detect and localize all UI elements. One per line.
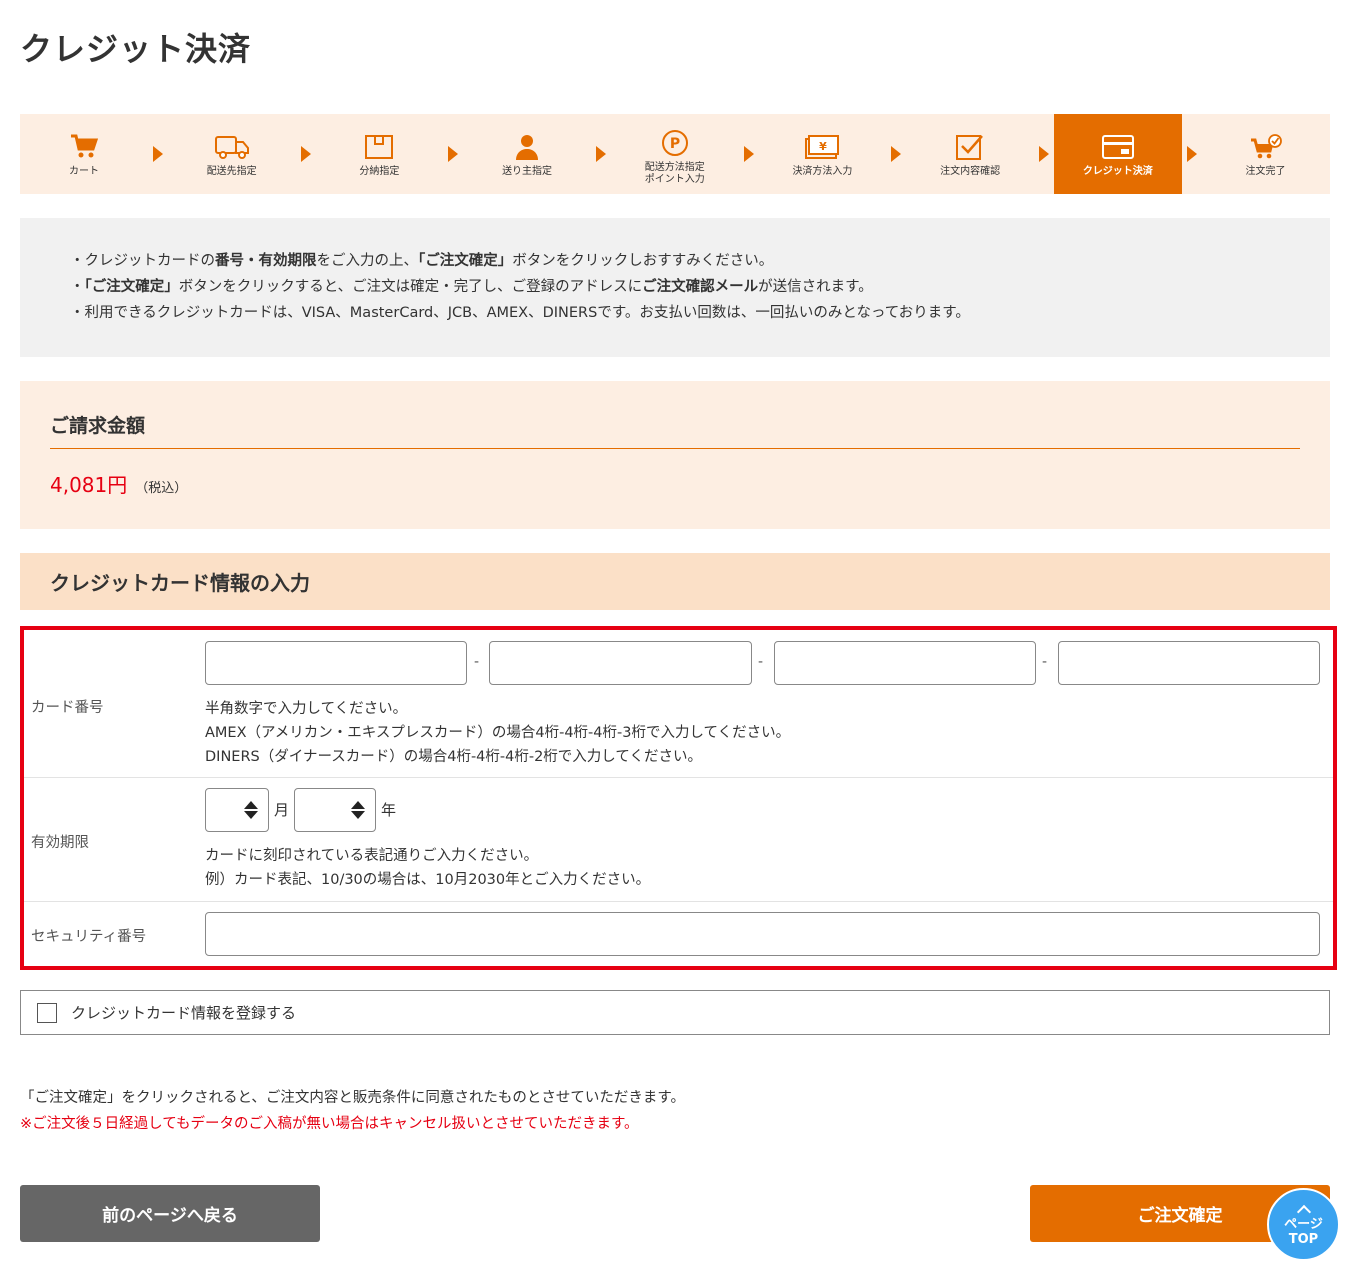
step-arrow-icon	[591, 114, 611, 194]
step-sender: 送り主指定	[463, 114, 591, 194]
separator: -	[758, 654, 764, 670]
notice-line-1: ・クレジットカードの番号・有効期限をご入力の上、「ご注文確定」ボタンをクリックし…	[70, 253, 774, 269]
expiry-row: 有効期限 月 年 カードに刻印されている表記通りご入力ください。 例）カード表記…	[24, 778, 1333, 902]
checkout-stepper: カート 配送先指定 分納指定 送り主指定 P 配送方法指定 ポイント入力 ¥ 決…	[20, 114, 1330, 194]
step-label: 配送先指定	[206, 166, 257, 177]
step-arrow-icon	[1034, 114, 1054, 194]
step-label: 送り主指定	[502, 166, 553, 177]
step-credit-payment: クレジット決済	[1053, 114, 1182, 194]
billing-amount: 4,081円	[50, 473, 128, 497]
step-arrow-icon	[296, 114, 316, 194]
step-shipping-method: P 配送方法指定 ポイント入力	[611, 114, 739, 194]
step-split-delivery: 分納指定	[315, 114, 443, 194]
step-order-complete: 注文完了	[1202, 114, 1330, 194]
select-arrows-icon	[244, 801, 258, 819]
step-label: クレジット決済	[1082, 166, 1153, 177]
step-label: 分納指定	[359, 166, 400, 177]
notice-line-2: ・「ご注文確定」ボタンをクリックすると、ご注文は確定・完了し、ご登録のアドレスに…	[70, 279, 873, 295]
card-number-input-3[interactable]	[774, 641, 1036, 685]
register-card-checkbox[interactable]	[37, 1002, 57, 1023]
cart-icon	[70, 132, 98, 162]
billing-heading: ご請求金額	[50, 411, 1300, 449]
step-arrow-icon	[148, 114, 168, 194]
card-number-input-2[interactable]	[489, 641, 752, 685]
step-arrow-icon	[443, 114, 463, 194]
svg-text:¥: ¥	[820, 140, 828, 153]
help-line: カードに刻印されている表記通りご入力ください。	[205, 848, 539, 864]
yen-bill-icon: ¥	[804, 132, 840, 162]
separator: -	[474, 654, 480, 670]
help-line: AMEX（アメリカン・エキスプレスカード）の場合4桁-4桁-4桁-3桁で入力して…	[205, 725, 791, 741]
page-top-label: TOP	[1288, 1231, 1319, 1247]
back-button[interactable]: 前のページへ戻る	[20, 1185, 320, 1242]
page-title: クレジット決済	[20, 30, 252, 68]
year-unit: 年	[381, 801, 397, 819]
expiry-label: 有効期限	[31, 835, 89, 851]
security-row: セキュリティ番号	[24, 902, 1333, 966]
tax-note: （税込）	[135, 481, 188, 496]
help-line: 例）カード表記、10/30の場合は、10月2030年とご入力ください。	[205, 872, 651, 888]
card-number-row: カード番号 - - - 半角数字で入力してください。 AMEX（アメリカン・エキ…	[24, 630, 1333, 778]
security-code-input[interactable]	[205, 912, 1320, 956]
step-cart: カート	[20, 114, 148, 194]
step-payment-method: ¥ 決済方法入力	[758, 114, 886, 194]
card-section-heading: クレジットカード情報の入力	[20, 553, 1330, 610]
step-delivery-address: 配送先指定	[168, 114, 296, 194]
cart-check-icon	[1250, 132, 1282, 162]
register-card-option[interactable]: クレジットカード情報を登録する	[20, 990, 1330, 1035]
payment-notice: ・クレジットカードの番号・有効期限をご入力の上、「ご注文確定」ボタンをクリックし…	[20, 218, 1330, 357]
box-icon	[364, 132, 394, 162]
agreement-text: 「ご注文確定」をクリックされると、ご注文内容と販売条件に同意されたものとさせてい…	[20, 1090, 685, 1106]
separator: -	[1042, 654, 1048, 670]
security-label: セキュリティ番号	[31, 929, 147, 945]
notice-line-3: ・利用できるクレジットカードは、VISA、MasterCard、JCB、AMEX…	[70, 305, 970, 321]
card-form: カード番号 - - - 半角数字で入力してください。 AMEX（アメリカン・エキ…	[20, 626, 1337, 970]
step-label: 決済方法入力	[792, 166, 853, 177]
cancel-warning: ※ご注文後５日経過してもデータのご入稿が無い場合はキャンセル扱いとさせていただき…	[20, 1116, 639, 1132]
card-number-label: カード番号	[31, 700, 104, 716]
step-arrow-icon	[739, 114, 759, 194]
expiry-year-select[interactable]	[294, 788, 376, 832]
check-document-icon	[955, 132, 985, 162]
step-label: 配送方法指定 ポイント入力	[644, 162, 705, 185]
select-arrows-icon	[351, 801, 365, 819]
page-top-button[interactable]: ページ TOP	[1267, 1188, 1340, 1261]
register-card-label: クレジットカード情報を登録する	[71, 1004, 297, 1022]
month-unit: 月	[274, 801, 290, 819]
step-arrow-icon	[886, 114, 906, 194]
point-icon: P	[661, 128, 689, 158]
truck-icon	[214, 132, 250, 162]
step-label: 注文完了	[1245, 166, 1286, 177]
svg-text:P: P	[670, 136, 680, 152]
step-label: 注文内容確認	[940, 166, 1001, 177]
step-order-review: 注文内容確認	[906, 114, 1034, 194]
expiry-help: カードに刻印されている表記通りご入力ください。 例）カード表記、10/30の場合…	[205, 844, 650, 892]
step-label: カート	[69, 166, 99, 177]
help-line: DINERS（ダイナースカード）の場合4桁-4桁-4桁-2桁で入力してください。	[205, 749, 702, 765]
expiry-month-select[interactable]	[205, 788, 269, 832]
card-number-input-4[interactable]	[1058, 641, 1320, 685]
person-icon	[514, 132, 540, 162]
card-number-input-1[interactable]	[205, 641, 467, 685]
help-line: 半角数字で入力してください。	[205, 701, 408, 717]
card-number-help: 半角数字で入力してください。 AMEX（アメリカン・エキスプレスカード）の場合4…	[205, 697, 790, 769]
billing-amount-line: 4,081円 （税込）	[50, 469, 1300, 498]
step-arrow-icon	[1182, 114, 1202, 194]
billing-amount-box: ご請求金額 4,081円 （税込）	[20, 381, 1330, 529]
credit-card-icon	[1101, 132, 1135, 162]
